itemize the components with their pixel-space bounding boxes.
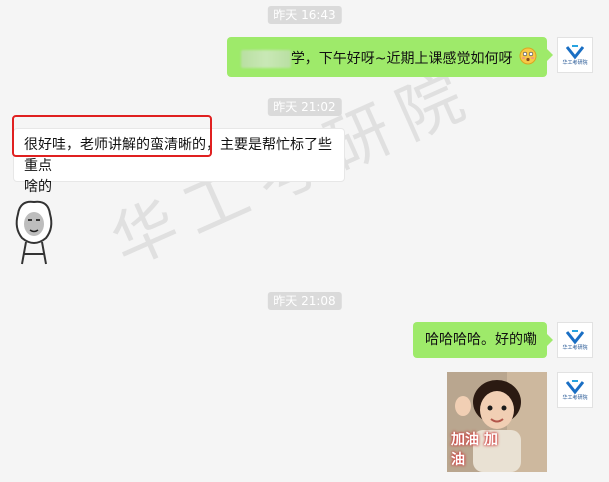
avatar-label: 华工考研院 <box>562 59 588 66</box>
logo-mark-icon <box>566 44 584 59</box>
avatar[interactable]: 华工考研院 <box>557 322 593 358</box>
avatar[interactable]: 华工考研院 <box>557 372 593 408</box>
timestamp: 昨天 21:02 <box>267 98 342 116</box>
message-text: 学，下午好呀~近期上课感觉如何呀 <box>290 51 513 67</box>
timestamp: 昨天 21:08 <box>267 292 342 310</box>
highlight-box <box>12 115 212 157</box>
timestamp: 昨天 16:43 <box>267 6 342 24</box>
avatar[interactable]: 华工考研院 <box>557 37 593 73</box>
message-text: 哈哈哈哈。好的嘞 <box>425 332 537 348</box>
blurred-name <box>240 50 291 68</box>
smiley-emoji-icon <box>519 47 537 71</box>
logo-mark-icon <box>566 329 584 344</box>
meme-face-sticker[interactable] <box>12 198 56 272</box>
outgoing-message-bubble[interactable]: 学，下午好呀~近期上课感觉如何呀 <box>226 37 554 77</box>
message-text-line: 啥的 <box>24 179 52 195</box>
outgoing-message-bubble[interactable]: 哈哈哈哈。好的嘞 <box>413 322 553 358</box>
logo-mark-icon <box>566 379 584 394</box>
avatar-label: 华工考研院 <box>562 394 588 401</box>
avatar-label: 华工考研院 <box>562 344 588 351</box>
photo-caption: 加油 加油 <box>451 432 498 468</box>
image-message[interactable]: 加油 加油 <box>447 372 547 472</box>
